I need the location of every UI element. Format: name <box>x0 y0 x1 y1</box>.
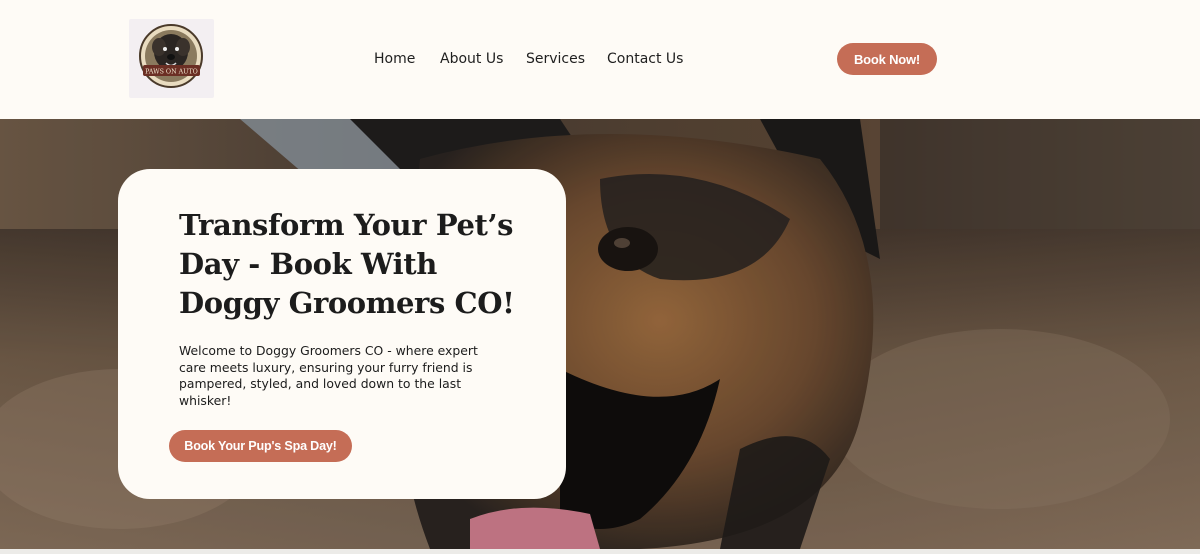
bottom-divider <box>0 549 1200 554</box>
hero-title: Transform Your Pet’s Day - Book With Dog… <box>179 208 515 320</box>
site-header: PAWS ON AUTO Home About Us Services Cont… <box>0 0 1200 119</box>
hero-description: Welcome to Doggy Groomers CO - where exp… <box>179 343 478 408</box>
book-spa-day-button[interactable]: Book Your Pup's Spa Day! <box>169 430 352 462</box>
brand-logo[interactable]: PAWS ON AUTO <box>129 19 214 98</box>
dog-badge-logo-icon: PAWS ON AUTO <box>139 24 203 88</box>
nav-about-us[interactable]: About Us <box>440 49 503 69</box>
nav-home[interactable]: Home <box>374 49 415 69</box>
logo-text: PAWS ON AUTO <box>145 69 198 76</box>
book-now-button[interactable]: Book Now! <box>837 43 937 75</box>
nav-services[interactable]: Services <box>526 49 585 69</box>
hero-card: Transform Your Pet’s Day - Book With Dog… <box>118 169 566 499</box>
nav-contact-us[interactable]: Contact Us <box>607 49 683 69</box>
